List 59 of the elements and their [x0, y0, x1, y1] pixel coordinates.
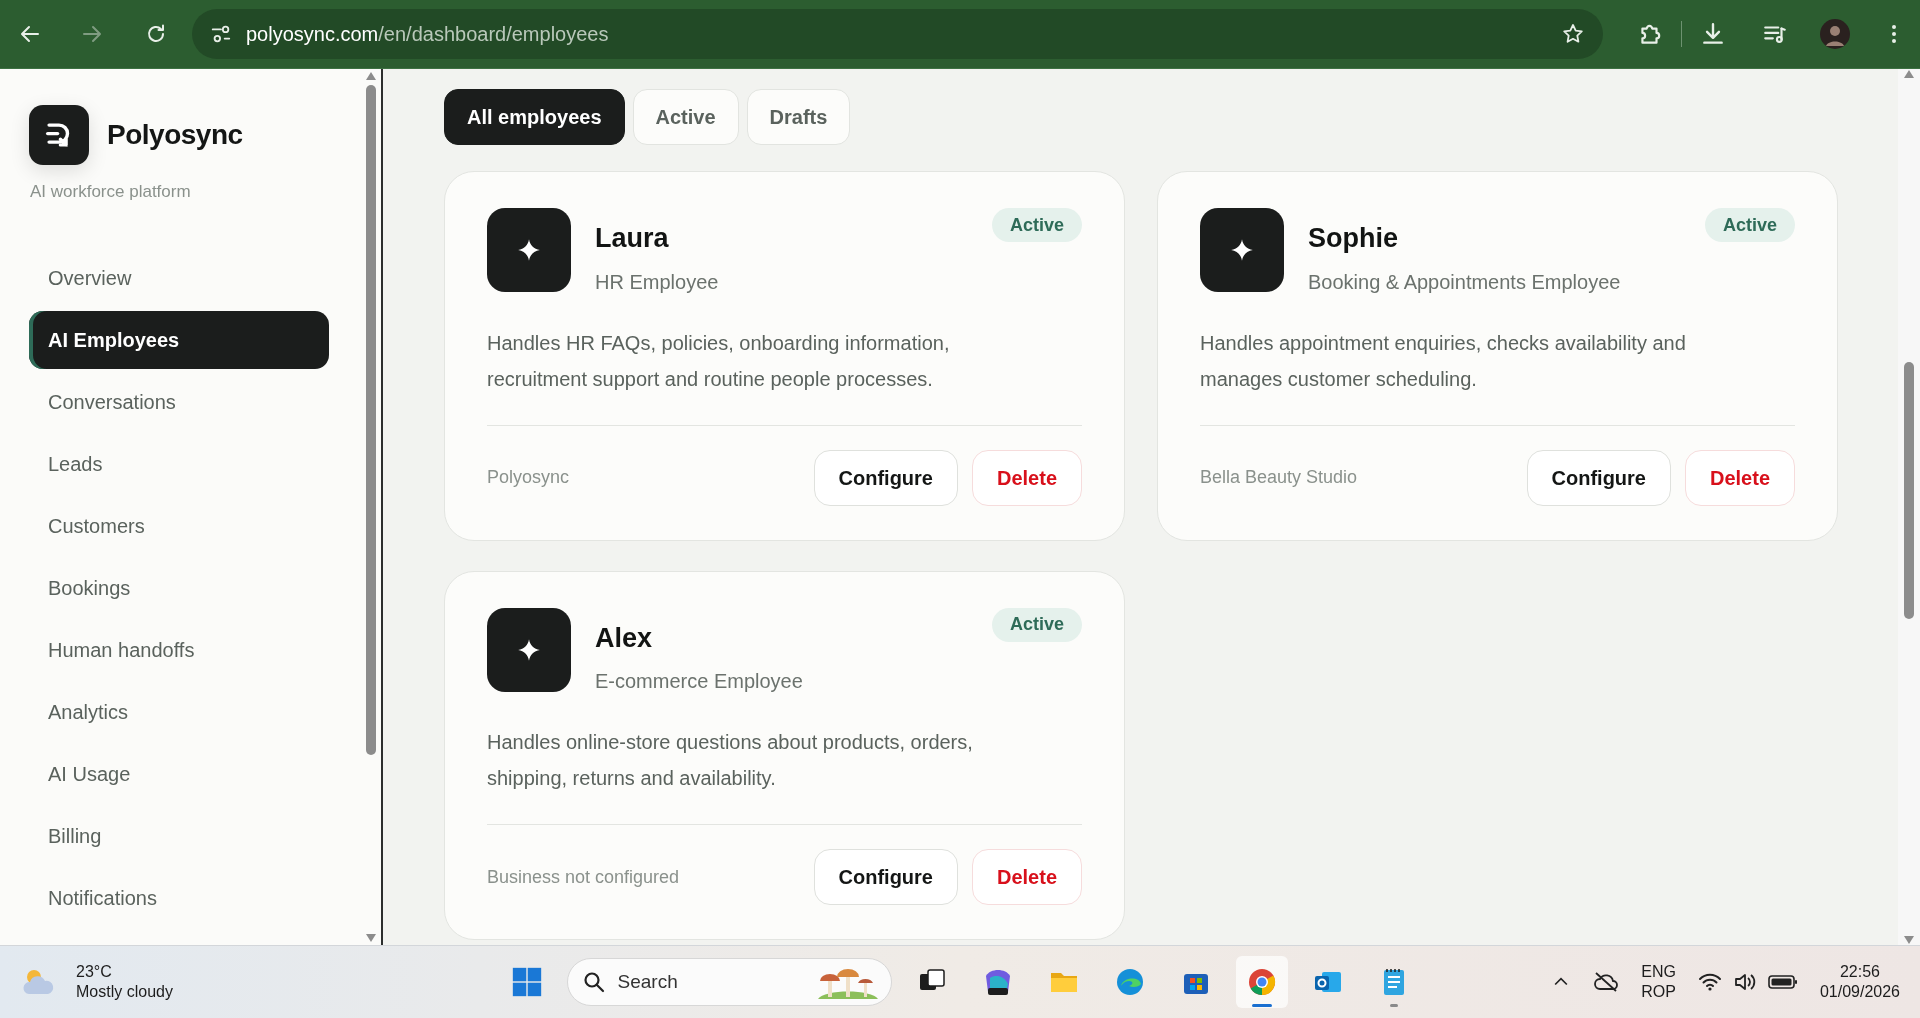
language-code[interactable]: ENG	[1641, 962, 1676, 982]
wifi-icon[interactable]	[1697, 972, 1722, 992]
delete-button[interactable]: Delete	[971, 849, 1082, 905]
sidebar-item[interactable]: Billing	[29, 806, 329, 865]
tagline: AI workforce platform	[30, 181, 192, 203]
clock-time[interactable]: 22:56	[1819, 962, 1900, 982]
sidebar-item[interactable]: Conversations	[29, 372, 329, 431]
volume-icon[interactable]	[1733, 972, 1756, 992]
status-badge: Active	[991, 208, 1082, 242]
brand-name: Polyosync	[107, 118, 243, 152]
filter-tab[interactable]: Active	[632, 89, 739, 145]
site-settings-icon[interactable]	[210, 23, 232, 45]
filter-tab[interactable]: All employees	[444, 89, 625, 145]
sidebar-item[interactable]: Leads	[29, 434, 329, 493]
sidebar-item[interactable]: Customers	[29, 496, 329, 555]
business-name: Business not configured	[487, 865, 681, 889]
employee-description: Handles HR FAQs, policies, onboarding information, recruitment support and routine people processes.	[487, 330, 951, 392]
sidebar-item[interactable]: Notifications	[29, 868, 329, 927]
sidebar-item[interactable]: Bookings	[29, 558, 329, 617]
business-name: Bella Beauty Studio	[1200, 466, 1359, 489]
delete-button[interactable]: Delete	[971, 449, 1082, 506]
status-badge: Active	[1704, 208, 1795, 242]
employee-role: HR Employee	[595, 269, 720, 295]
active-indicator	[1251, 1004, 1272, 1007]
employee-description: Handles appointment enquiries, checks availability and manages customer scheduling.	[1200, 330, 1687, 392]
employee-description: Handles online-store questions about products, orders, shipping, returns and availability.	[487, 730, 974, 791]
scroll-down-icon[interactable]	[365, 933, 377, 943]
employee-name: Laura	[595, 222, 670, 255]
business-name: Polyosync	[487, 466, 571, 489]
employee-name: Sophie	[1308, 222, 1399, 255]
sidebar-item[interactable]: AI Employees	[29, 310, 329, 369]
search-field[interactable]: Search	[566, 958, 892, 1006]
clock-date[interactable]: 01/09/2026	[1819, 982, 1900, 1002]
sidebar-item[interactable]: Overview	[29, 248, 329, 307]
employee-role: Booking & Appointments Employee	[1308, 269, 1622, 295]
sidebar-item[interactable]: AI Usage	[29, 744, 329, 803]
configure-button[interactable]: Configure	[813, 849, 958, 905]
filter-tab[interactable]: Drafts	[746, 89, 851, 145]
search-icon	[581, 970, 606, 994]
download-icon[interactable]	[1700, 21, 1726, 47]
configure-button[interactable]: Configure	[1526, 449, 1671, 506]
running-indicator	[1389, 1004, 1398, 1007]
sidebar-item[interactable]: Analytics	[29, 682, 329, 741]
star-icon[interactable]	[1561, 22, 1585, 46]
status-badge: Active	[991, 607, 1082, 642]
configure-button[interactable]: Configure	[813, 449, 958, 506]
scroll-up-icon[interactable]	[365, 71, 377, 81]
employee-name: Alex	[595, 621, 654, 655]
delete-button[interactable]: Delete	[1684, 449, 1795, 506]
sidebar-item[interactable]: Human handoffs	[29, 620, 329, 679]
avatar-icon[interactable]	[1820, 19, 1850, 49]
battery-icon[interactable]	[1767, 974, 1798, 990]
scrollbar-thumb[interactable]	[1904, 362, 1914, 619]
temperature: 23°C	[76, 962, 113, 982]
weather-condition: Mostly cloudy	[76, 982, 173, 1002]
scrollbar-thumb[interactable]	[366, 85, 376, 755]
employee-role: E-commerce Employee	[595, 669, 804, 694]
keyboard-layout[interactable]: ROP	[1641, 982, 1676, 1002]
cloud-off-icon[interactable]	[1593, 971, 1620, 993]
